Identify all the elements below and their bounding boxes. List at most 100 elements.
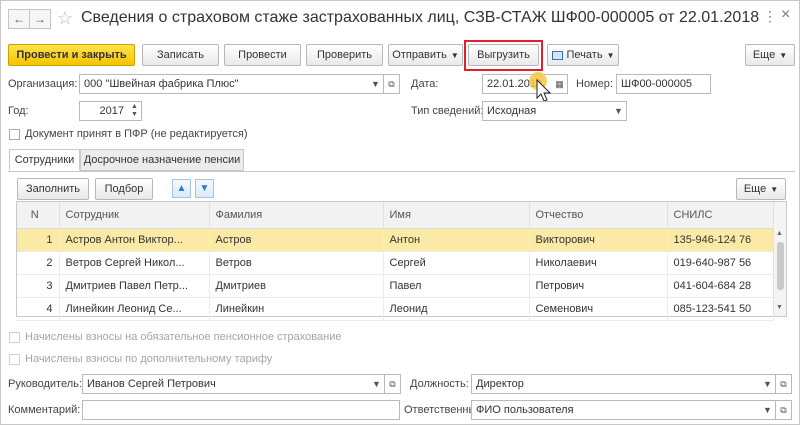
head-dropdown-button[interactable]: ▼ [369,374,385,394]
contrib-extra-checkbox[interactable] [9,354,20,365]
table-row[interactable]: 1 Астров Антон Виктор... Астров Антон Ви… [17,228,774,252]
cell-snils: 019-640-987 56 [667,251,774,275]
cell-number: 2 [17,251,60,275]
fill-label: Заполнить [25,183,80,195]
cell-snils: 085-123-541 50 [667,297,774,321]
number-field[interactable]: ШФ00-000005 [616,74,711,94]
column-header[interactable]: Фамилия [209,202,384,229]
upload-button[interactable]: Выгрузить [468,44,539,66]
save-button[interactable]: Записать [142,44,219,66]
table-scrollbar[interactable]: ▲ ▼ [773,202,786,316]
number-label: Номер: [576,78,613,90]
open-icon: ⧉ [780,404,787,415]
table-more-label: Еще [743,183,767,195]
post-button[interactable]: Провести [224,44,301,66]
employees-table: N Сотрудник Фамилия Имя Отчество СНИЛС 1… [17,202,774,321]
step-down-icon: ▼ [131,111,138,118]
column-header[interactable]: Сотрудник [59,202,210,229]
arrow-left-icon: ← [13,12,25,26]
select-label: Подбор [104,183,144,195]
responsible-dropdown-button[interactable]: ▼ [760,400,776,420]
table-row[interactable]: 3 Дмитриев Павел Петр... Дмитриев Павел … [17,274,774,298]
organization-field[interactable]: 000 "Швейная фабрика Плюс" [79,74,369,94]
cell-patronymic: Викторович [529,228,668,252]
cell-last-name: Ветров [209,251,384,275]
arrow-right-icon: → [34,12,46,26]
column-header[interactable]: N [17,202,60,229]
table-row[interactable]: 2 Ветров Сергей Никол... Ветров Сергей Н… [17,251,774,275]
comment-field[interactable] [82,400,400,420]
column-header[interactable]: СНИЛС [667,202,774,229]
post-and-close-button[interactable]: Провести и закрыть [8,44,135,66]
cell-first-name: Павел [383,274,530,298]
cell-employee: Ветров Сергей Никол... [59,251,210,275]
favorite-star-icon[interactable]: ☆ [57,8,73,29]
scroll-up-icon[interactable]: ▲ [776,230,783,237]
tab-early-pension-label: Досрочное назначение пенсии [83,154,241,166]
head-field[interactable]: Иванов Сергей Петрович [82,374,370,394]
more-button[interactable]: Еще ▼ [745,44,795,66]
tab-early-pension[interactable]: Досрочное назначение пенсии [80,149,244,171]
back-button[interactable]: ← [8,9,30,29]
column-header[interactable]: Отчество [529,202,668,229]
cell-employee: Линейкин Леонид Се... [59,297,210,321]
fill-button[interactable]: Заполнить [17,178,89,200]
check-button[interactable]: Проверить [306,44,383,66]
year-stepper[interactable]: ▲ ▼ [128,101,142,121]
send-label: Отправить [392,49,447,61]
arrow-up-icon: ▲ [176,183,187,194]
send-button[interactable]: Отправить ▼ [388,44,463,66]
forward-button[interactable]: → [29,9,51,29]
column-header[interactable]: Имя [383,202,530,229]
info-type-select[interactable]: Исходная [482,101,612,121]
cell-number: 1 [17,228,60,252]
organization-open-button[interactable]: ⧉ [384,74,400,94]
step-up-icon: ▲ [131,103,138,110]
mouse-cursor-icon [528,71,556,103]
organization-dropdown-button[interactable]: ▼ [368,74,384,94]
print-label: Печать [566,49,603,61]
move-down-button[interactable]: ▼ [195,179,214,198]
responsible-field[interactable]: ФИО пользователя [471,400,761,420]
cell-first-name: Сергей [383,251,530,275]
table-row[interactable]: 4 Линейкин Леонид Се... Линейкин Леонид … [17,297,774,321]
contrib-main-checkbox[interactable] [9,332,20,343]
post-label: Провести [238,49,287,61]
check-label: Проверить [316,49,372,61]
chevron-down-icon: ▼ [372,379,381,389]
close-icon[interactable]: × [781,6,790,24]
tab-employees[interactable]: Сотрудники [9,149,80,171]
head-label: Руководитель: [8,378,82,390]
responsible-open-button[interactable]: ⧉ [776,400,792,420]
position-field[interactable]: Директор [471,374,761,394]
head-open-button[interactable]: ⧉ [385,374,401,394]
info-type-dropdown-button[interactable]: ▼ [611,101,627,121]
contrib-main-label: Начислены взносы на обязательное пенсион… [25,331,342,343]
arrow-down-icon: ▼ [199,183,210,194]
position-dropdown-button[interactable]: ▼ [760,374,776,394]
scrollbar-thumb[interactable] [777,242,784,290]
post-and-close-label: Провести и закрыть [16,49,127,61]
cell-employee: Дмитриев Павел Петр... [59,274,210,298]
move-up-button[interactable]: ▲ [172,179,191,198]
cell-last-name: Линейкин [209,297,384,321]
cell-first-name: Леонид [383,297,530,321]
open-icon: ⧉ [389,378,396,389]
position-open-button[interactable]: ⧉ [776,374,792,394]
table-more-button[interactable]: Еще ▼ [736,178,786,200]
year-field[interactable]: 2017 [79,101,129,121]
dropdown-arrow-icon: ▼ [770,184,779,194]
accepted-checkbox[interactable] [9,129,20,140]
menu-dots-icon[interactable]: ⋮ [763,8,777,25]
cell-number: 4 [17,297,60,321]
cell-snils: 135-946-124 76 [667,228,774,252]
chevron-down-icon: ▼ [763,405,772,415]
scroll-down-icon[interactable]: ▼ [776,304,783,311]
calendar-icon: ▦ [555,78,564,89]
date-label: Дата: [411,78,439,90]
cell-snils: 041-604-684 28 [667,274,774,298]
print-button[interactable]: Печать ▼ [547,44,619,66]
table-header-row: N Сотрудник Фамилия Имя Отчество СНИЛС [17,202,774,229]
cell-last-name: Астров [209,228,384,252]
select-button[interactable]: Подбор [95,178,153,200]
